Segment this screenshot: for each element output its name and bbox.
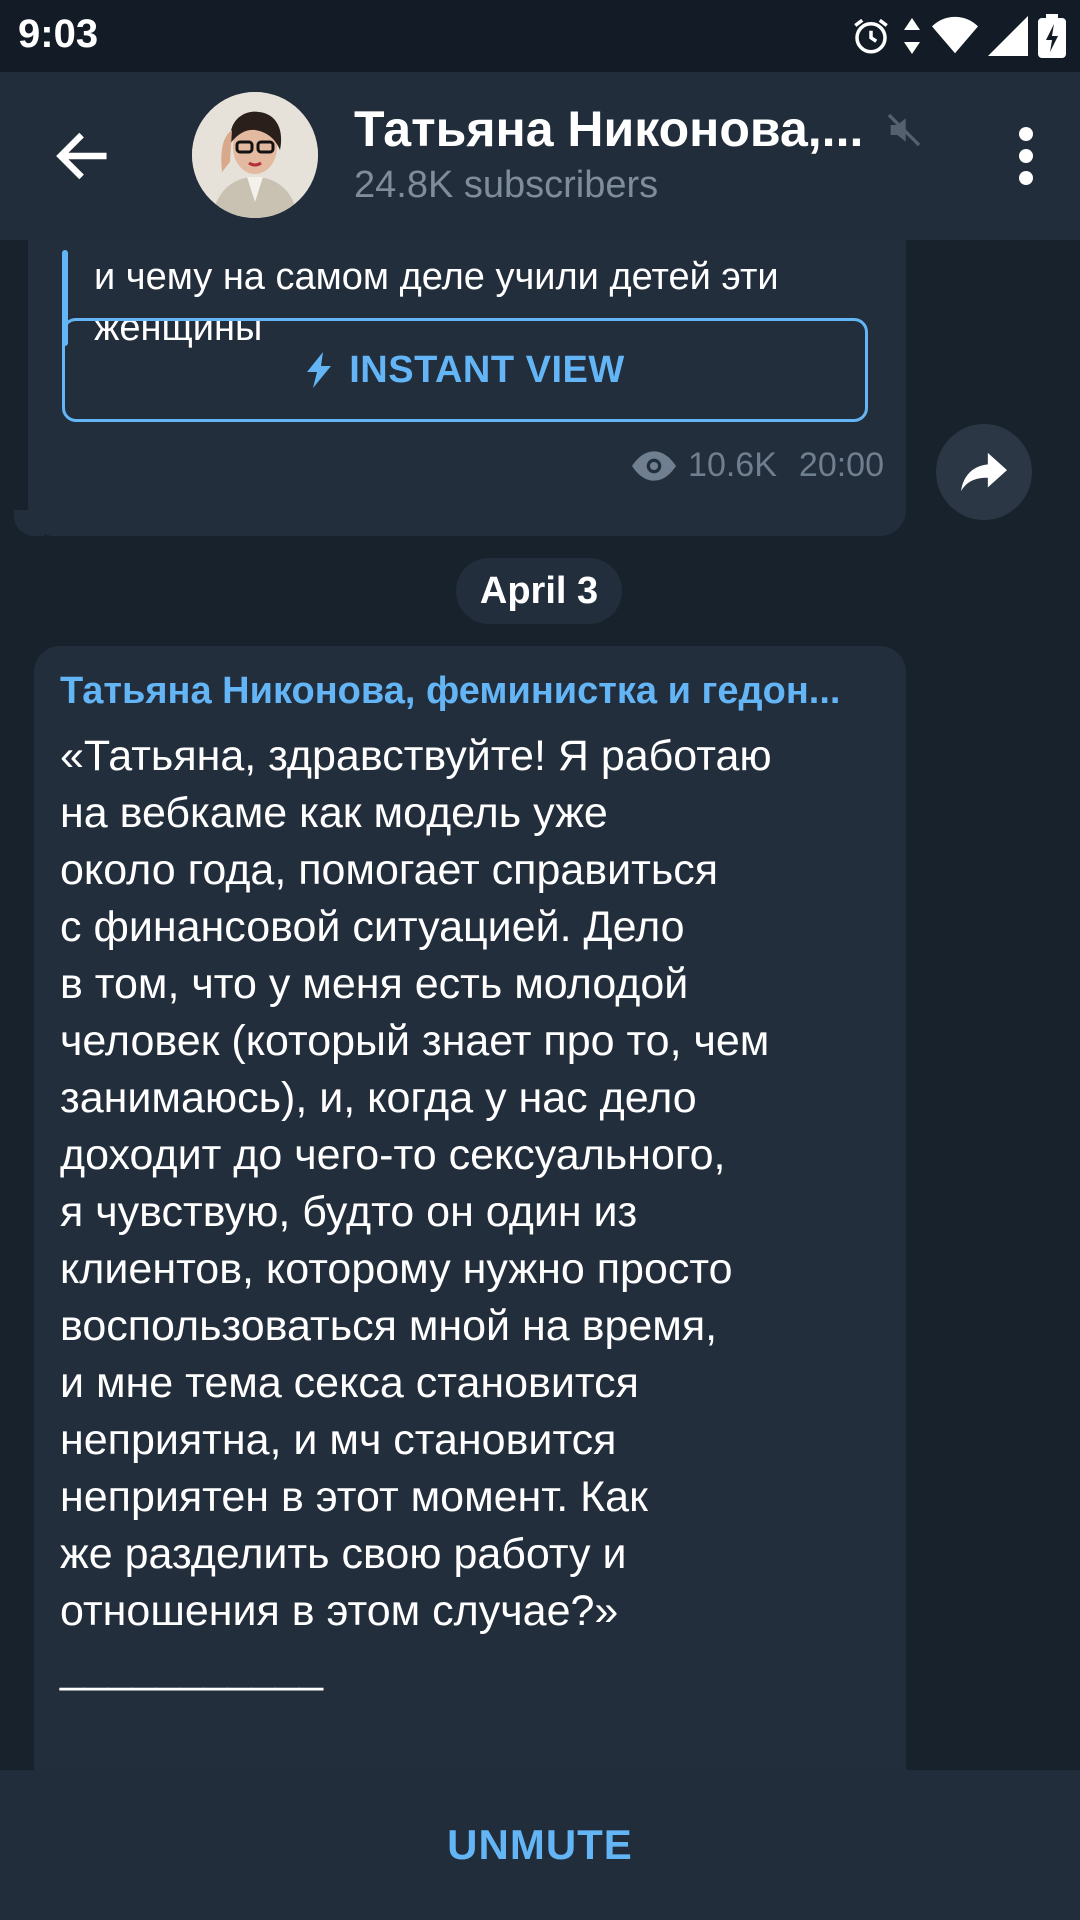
unmute-button[interactable]: UNMUTE <box>447 1821 633 1869</box>
message-author[interactable]: Татьяна Никонова, феминистка и гедон... <box>60 670 880 713</box>
signal-icon <box>988 16 1028 56</box>
eye-icon <box>632 450 677 481</box>
back-arrow-icon[interactable] <box>50 124 114 188</box>
chat-area[interactable]: и чему на самом деле учили детей эти жен… <box>0 240 1080 1770</box>
channel-info[interactable]: Татьяна Никонова,... 24.8K subscribers <box>354 100 921 207</box>
data-arrows-icon <box>904 18 920 54</box>
wifi-icon <box>932 16 978 54</box>
status-time: 9:03 <box>18 12 99 56</box>
bottom-bar: UNMUTE <box>0 1770 1080 1920</box>
date-separator: April 3 <box>456 558 622 624</box>
message-bubble-previous[interactable]: и чему на самом деле учили детей эти жен… <box>28 240 906 536</box>
message-text: «Татьяна, здравствуйте! Я работаю на веб… <box>60 732 772 1692</box>
instant-view-label: INSTANT VIEW <box>349 348 625 391</box>
lightning-icon <box>307 352 332 388</box>
status-icons <box>850 12 1066 60</box>
chat-header: Татьяна Никонова,... 24.8K subscribers <box>0 72 1080 240</box>
status-bar: 9:03 <box>0 0 1080 72</box>
message-meta: 10.6K 20:00 <box>632 446 884 485</box>
message-time: 20:00 <box>798 446 884 484</box>
view-count: 10.6K <box>688 446 777 484</box>
more-vertical-icon[interactable] <box>1006 124 1046 188</box>
channel-avatar[interactable] <box>192 92 318 218</box>
alarm-icon <box>854 18 888 54</box>
message-bubble[interactable]: Татьяна Никонова, феминистка и гедон... … <box>34 646 906 1770</box>
subscriber-count: 24.8K subscribers <box>354 164 659 206</box>
battery-icon <box>1038 14 1066 58</box>
share-button[interactable] <box>936 424 1032 520</box>
instant-view-button[interactable]: INSTANT VIEW <box>62 318 868 422</box>
muted-speaker-icon <box>887 113 921 147</box>
channel-title: Татьяна Никонова,... <box>354 101 864 157</box>
share-icon <box>961 452 1007 492</box>
